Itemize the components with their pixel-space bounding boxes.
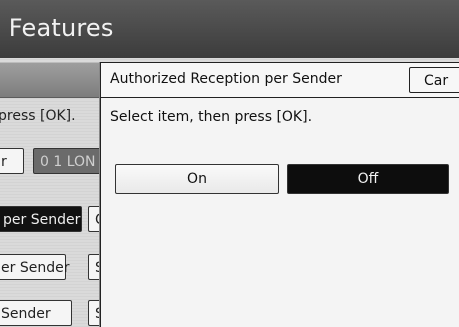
background-button[interactable]: r xyxy=(0,148,24,174)
title-bar: e Features xyxy=(0,0,459,58)
off-button[interactable]: Off xyxy=(287,164,449,194)
background-button[interactable]: Sender xyxy=(0,300,72,326)
background-instruction: press [OK]. xyxy=(0,108,76,124)
cancel-button[interactable]: Car xyxy=(409,67,459,93)
authorized-reception-dialog: Authorized Reception per Sender Car Sele… xyxy=(100,62,459,327)
on-button[interactable]: On xyxy=(115,164,279,194)
screen: e Features press [OK]. r 0 1 LON per Sen… xyxy=(0,0,459,327)
background-button[interactable]: er Sender xyxy=(0,254,69,280)
page-title: e Features xyxy=(0,14,114,42)
dialog-header: Authorized Reception per Sender Car xyxy=(101,63,459,98)
dialog-title: Authorized Reception per Sender xyxy=(110,71,342,87)
background-button[interactable]: per Sender xyxy=(0,206,82,232)
background-header-strip xyxy=(0,62,100,98)
dialog-instruction: Select item, then press [OK]. xyxy=(110,109,313,125)
